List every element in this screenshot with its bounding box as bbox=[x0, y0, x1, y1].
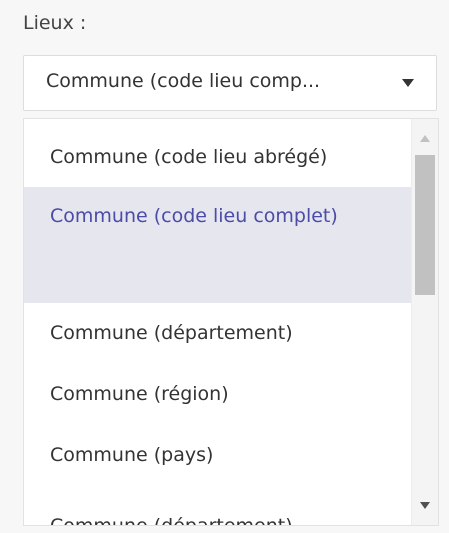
option-code-lieu-abrege[interactable]: Commune (code lieu abrégé) bbox=[24, 127, 411, 187]
scroll-thumb[interactable] bbox=[415, 155, 435, 295]
dropdown-scrollbar[interactable] bbox=[411, 119, 438, 525]
option-partially-visible[interactable]: Commune (département) bbox=[24, 486, 411, 526]
chevron-down-icon[interactable] bbox=[402, 79, 414, 87]
option-departement[interactable]: Commune (département) bbox=[24, 303, 411, 364]
lieux-label: Lieux : bbox=[23, 12, 87, 34]
option-partially-visible-label: Commune (département) bbox=[50, 515, 293, 526]
scroll-down-arrow-icon[interactable] bbox=[420, 502, 430, 509]
lieux-dropdown-list[interactable]: Commune (code lieu abrégé) Commune (code… bbox=[23, 118, 439, 526]
option-pays[interactable]: Commune (pays) bbox=[24, 425, 411, 486]
lieux-select[interactable]: Commune (code lieu comp... bbox=[23, 55, 437, 111]
options-list: Commune (code lieu abrégé) Commune (code… bbox=[24, 119, 411, 526]
select-current-value: Commune (code lieu comp... bbox=[46, 70, 321, 92]
scroll-up-arrow-icon[interactable] bbox=[420, 135, 430, 142]
option-region[interactable]: Commune (région) bbox=[24, 364, 411, 425]
lieux-field-panel: Lieux : Commune (code lieu comp... Commu… bbox=[0, 0, 449, 533]
option-code-lieu-complet[interactable]: Commune (code lieu complet) bbox=[24, 187, 411, 303]
